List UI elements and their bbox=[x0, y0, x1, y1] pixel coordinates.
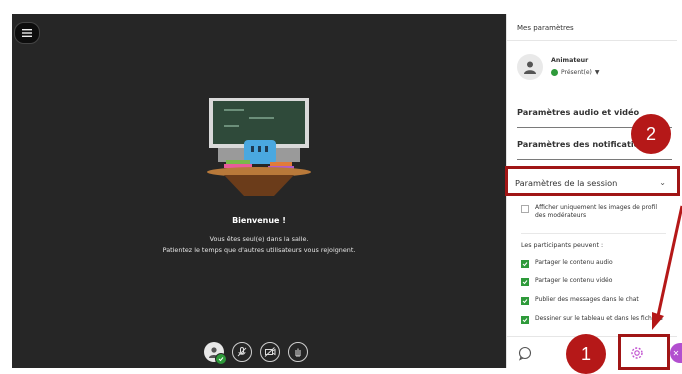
gear-icon bbox=[631, 347, 643, 359]
post-chat-checkbox[interactable] bbox=[521, 296, 529, 305]
welcome-message-line2: Patientez le temps que d'autres utilisat… bbox=[162, 246, 356, 254]
close-icon: ✕ bbox=[672, 348, 680, 358]
raise-hand-button[interactable] bbox=[288, 342, 308, 362]
presence-status-label: Présent(e) bbox=[561, 69, 592, 76]
panel-footer-toolbar: ✕ bbox=[507, 336, 682, 369]
welcome-message-line1: Vous êtes seul(e) dans la salle. bbox=[209, 235, 309, 243]
divider bbox=[517, 127, 672, 128]
collaborate-session-window: Bienvenue ! Vous êtes seul(e) dans la sa… bbox=[12, 14, 682, 369]
chevron-down-icon: ⌄ bbox=[659, 178, 666, 187]
status-check-icon bbox=[215, 353, 227, 365]
session-menu-button[interactable] bbox=[14, 22, 40, 44]
my-settings-button[interactable] bbox=[627, 343, 647, 363]
session-settings-section[interactable]: Paramètres de la session ⌄ bbox=[509, 169, 672, 196]
panel-title: Mes paramètres bbox=[517, 24, 574, 32]
media-controls-bar bbox=[204, 342, 308, 365]
chat-bubble-icon bbox=[518, 346, 532, 361]
menu-icon bbox=[22, 29, 32, 37]
share-audio-option: Partager le contenu audio bbox=[521, 259, 666, 268]
present-status-icon bbox=[551, 69, 558, 76]
notification-settings-section[interactable]: Paramètres des notifications bbox=[517, 139, 667, 149]
post-chat-label: Publier des messages dans le chat bbox=[535, 296, 639, 303]
collaborate-panel-toggle[interactable]: ✕ bbox=[670, 343, 682, 363]
audio-video-settings-section[interactable]: Paramètres audio et vidéo bbox=[517, 107, 667, 117]
avatar bbox=[517, 54, 543, 80]
my-settings-panel: Mes paramètres Animateur Présent(e) ▼ Pa… bbox=[506, 14, 682, 369]
share-audio-label: Partager le contenu audio bbox=[535, 259, 613, 266]
welcome-title: Bienvenue ! bbox=[232, 216, 286, 225]
camera-off-icon bbox=[264, 347, 276, 357]
microphone-button[interactable] bbox=[232, 342, 252, 362]
post-chat-option: Publier des messages dans le chat bbox=[521, 296, 666, 305]
draw-whiteboard-checkbox[interactable] bbox=[521, 315, 529, 324]
divider bbox=[517, 159, 672, 160]
draw-whiteboard-label: Dessiner sur le tableau et dans les fich… bbox=[535, 315, 663, 322]
classroom-illustration bbox=[207, 98, 311, 196]
session-settings-label: Paramètres de la session bbox=[515, 177, 618, 188]
divider bbox=[521, 233, 666, 234]
participants-can-label: Les participants peuvent : bbox=[521, 242, 604, 249]
microphone-off-icon bbox=[237, 347, 247, 357]
moderator-images-checkbox[interactable] bbox=[521, 204, 529, 213]
camera-button[interactable] bbox=[260, 342, 280, 362]
user-role: Animateur bbox=[551, 57, 589, 64]
main-stage: Bienvenue ! Vous êtes seul(e) dans la sa… bbox=[12, 14, 506, 368]
chat-button[interactable] bbox=[517, 345, 533, 361]
user-avatar-icon bbox=[524, 61, 536, 74]
share-video-label: Partager le contenu vidéo bbox=[535, 277, 613, 284]
share-video-option: Partager le contenu vidéo bbox=[521, 277, 666, 286]
share-video-checkbox[interactable] bbox=[521, 277, 529, 286]
chevron-down-icon: ▼ bbox=[594, 69, 600, 76]
share-audio-checkbox[interactable] bbox=[521, 259, 529, 268]
my-status-button[interactable] bbox=[204, 342, 227, 365]
presence-status-dropdown[interactable]: Présent(e) ▼ bbox=[551, 69, 600, 76]
moderator-images-label: Afficher uniquement les images de profil… bbox=[535, 204, 658, 219]
draw-whiteboard-option: Dessiner sur le tableau et dans les fich… bbox=[521, 315, 666, 324]
moderator-images-option: Afficher uniquement les images de profil… bbox=[521, 204, 666, 220]
divider bbox=[507, 40, 677, 41]
raise-hand-icon bbox=[295, 348, 301, 357]
